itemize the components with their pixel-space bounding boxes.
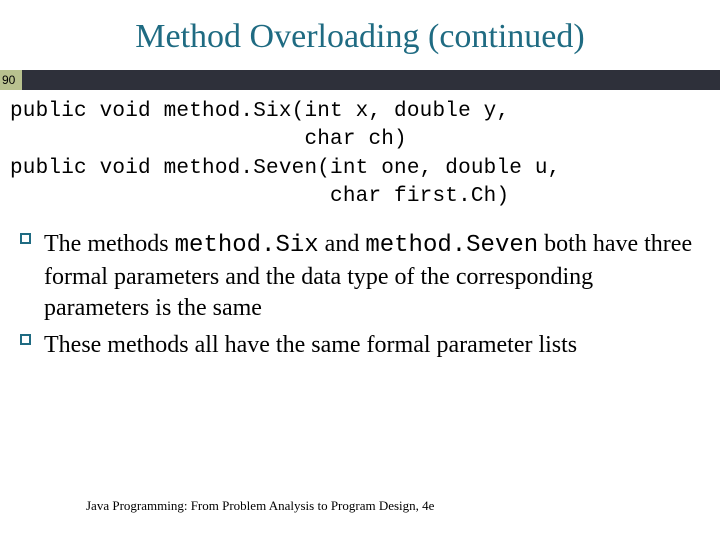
slide-number-bar: 90 [0, 70, 720, 90]
code-line-4: char first.Ch) [10, 185, 509, 208]
code-line-3: public void method.Seven(int one, double… [10, 157, 561, 180]
slide-title: Method Overloading (continued) [0, 0, 720, 70]
bullet-list: The methods method.Six and method.Seven … [0, 229, 720, 361]
code-line-1: public void method.Six(int x, double y, [10, 100, 509, 123]
footer-text: Java Programming: From Problem Analysis … [86, 498, 434, 514]
bullet-1-text-mid: and [319, 231, 366, 257]
bullet-marker-icon [20, 334, 31, 345]
bullet-1-code-1: method.Six [175, 232, 319, 259]
bullet-1-code-2: method.Seven [365, 232, 538, 259]
bullet-2-text: These methods all have the same formal p… [44, 332, 577, 358]
code-block: public void method.Six(int x, double y, … [0, 90, 720, 229]
bullet-item-2: These methods all have the same formal p… [44, 330, 696, 361]
bullet-marker-icon [20, 233, 31, 244]
slide-number: 90 [0, 70, 22, 90]
bullet-item-1: The methods method.Six and method.Seven … [44, 229, 696, 324]
code-line-2: char ch) [10, 128, 407, 151]
bullet-1-text-pre: The methods [44, 231, 175, 257]
bar-accent [22, 70, 720, 90]
